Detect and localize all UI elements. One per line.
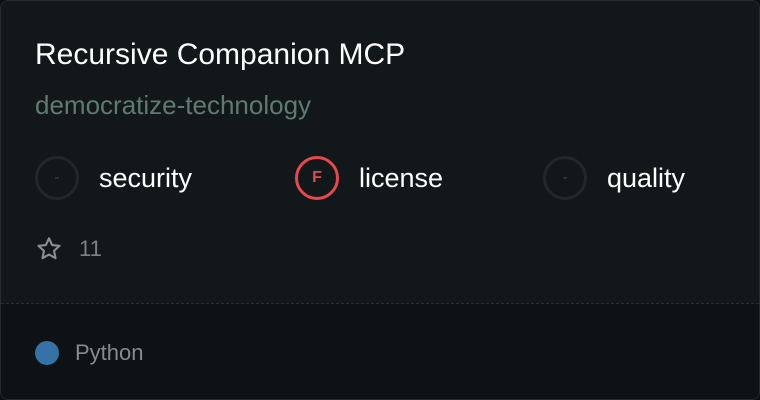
quality-label: quality: [607, 162, 686, 193]
card-footer: Python: [1, 303, 759, 399]
security-grade-badge: -: [35, 156, 79, 200]
quality-grade-badge: -: [543, 156, 587, 200]
star-count-row: 11: [35, 233, 102, 265]
language-indicator: Python: [35, 338, 144, 368]
repo-title: Recursive Companion MCP: [35, 38, 406, 71]
star-icon: [37, 237, 61, 260]
metric-security: - security: [35, 154, 192, 202]
repo-owner: democratize-technology: [35, 90, 312, 120]
metric-license: F license: [295, 154, 443, 202]
security-label: security: [99, 162, 193, 193]
license-grade-badge: F: [295, 156, 339, 200]
repo-card[interactable]: Recursive Companion MCP democratize-tech…: [0, 0, 760, 400]
license-label: license: [359, 162, 444, 193]
star-count: 11: [79, 236, 102, 261]
language-color-dot: [35, 341, 59, 365]
metric-quality: - quality: [543, 154, 685, 202]
language-name: Python: [75, 340, 144, 365]
